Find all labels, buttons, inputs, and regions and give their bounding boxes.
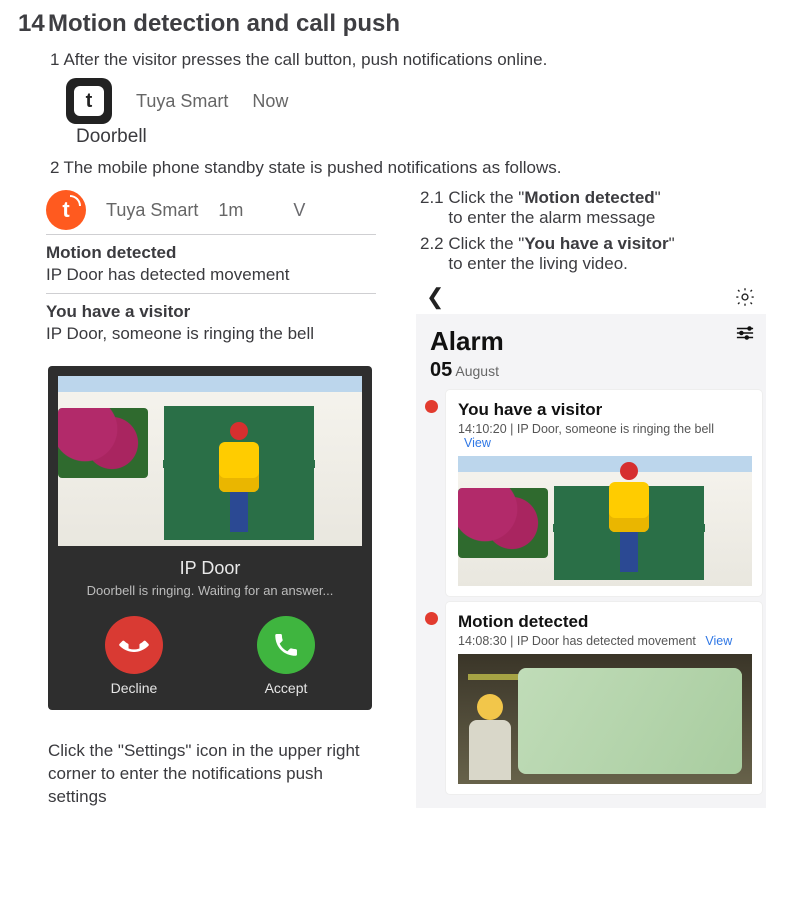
- tuya-app-icon-round: t: [46, 190, 86, 230]
- alarm-item-meta: 14:08:30 | IP Door has detected movement…: [458, 634, 752, 648]
- alarm-thumbnail: [458, 654, 752, 784]
- section-title: Motion detection and call push: [48, 10, 400, 37]
- phone-icon: [272, 631, 300, 659]
- alarm-heading: Alarm: [430, 326, 504, 357]
- accept-button[interactable]: Accept: [257, 616, 315, 696]
- alarm-item-visitor[interactable]: You have a visitor 14:10:20 | IP Door, s…: [416, 390, 766, 602]
- view-link[interactable]: View: [464, 436, 491, 450]
- step-1: 1After the visitor presses the call butt…: [50, 50, 782, 70]
- alarm-item-title: You have a visitor: [458, 400, 752, 420]
- alert-dot-icon: [425, 400, 438, 413]
- back-icon[interactable]: ❮: [426, 284, 444, 310]
- push-notif-preview-1: t Tuya Smart Now: [66, 78, 782, 124]
- step-2-text: The mobile phone standby state is pushed…: [63, 158, 561, 177]
- substep-2-1: 2.1 Click the "Motion detected" to enter…: [420, 188, 776, 228]
- alarm-item-motion[interactable]: Motion detected 14:08:30 | IP Door has d…: [416, 602, 766, 800]
- notif-card-title: Motion detected: [46, 243, 376, 263]
- notif-card-body: IP Door has detected movement: [46, 265, 376, 285]
- notif-card-motion[interactable]: Motion detected IP Door has detected mov…: [46, 234, 376, 293]
- notif-title: Doorbell: [76, 126, 782, 148]
- phone-hangup-icon: [114, 625, 154, 665]
- accept-label: Accept: [265, 680, 308, 696]
- step-2-num: 2: [50, 158, 59, 177]
- decline-label: Decline: [111, 680, 158, 696]
- incoming-call-screen: IP Door Doorbell is ringing. Waiting for…: [48, 366, 372, 710]
- alarm-screen: ❮ Alarm 05 August: [416, 280, 766, 808]
- settings-icon[interactable]: [734, 286, 756, 308]
- step-1-text: After the visitor presses the call butto…: [63, 50, 547, 69]
- notif-app-name: Tuya Smart: [136, 91, 228, 112]
- notif-time: Now: [252, 91, 288, 112]
- section-number: 14: [18, 10, 48, 38]
- section-heading: 14Motion detection and call push: [18, 10, 782, 38]
- step-2: 2The mobile phone standby state is pushe…: [50, 158, 782, 178]
- notif-card-title: You have a visitor: [46, 302, 376, 322]
- decline-button[interactable]: Decline: [105, 616, 163, 696]
- notif2-app: Tuya Smart: [106, 200, 198, 221]
- calling-status: Doorbell is ringing. Waiting for an answ…: [58, 583, 362, 598]
- filter-icon[interactable]: [736, 326, 754, 345]
- push-notif-preview-2: t Tuya Smart 1m V: [46, 190, 398, 230]
- alarm-item-meta: 14:10:20 | IP Door, someone is ringing t…: [458, 422, 752, 450]
- view-link[interactable]: View: [705, 634, 732, 648]
- camera-preview-image: [58, 376, 362, 546]
- alert-dot-icon: [425, 612, 438, 625]
- notif2-time: 1m: [218, 200, 243, 221]
- alarm-item-title: Motion detected: [458, 612, 752, 632]
- chevron-down-icon: V: [293, 200, 305, 221]
- settings-hint: Click the "Settings" icon in the upper r…: [48, 740, 368, 809]
- notif-card-body: IP Door, someone is ringing the bell: [46, 324, 376, 344]
- calling-device-name: IP Door: [58, 558, 362, 579]
- substep-2-2: 2.2 Click the "You have a visitor" to en…: [420, 234, 776, 274]
- alarm-date: 05 August: [416, 359, 766, 390]
- alarm-thumbnail: [458, 456, 752, 586]
- step-1-num: 1: [50, 50, 59, 69]
- notif-card-visitor[interactable]: You have a visitor IP Door, someone is r…: [46, 293, 376, 352]
- tuya-app-icon: t: [66, 78, 112, 124]
